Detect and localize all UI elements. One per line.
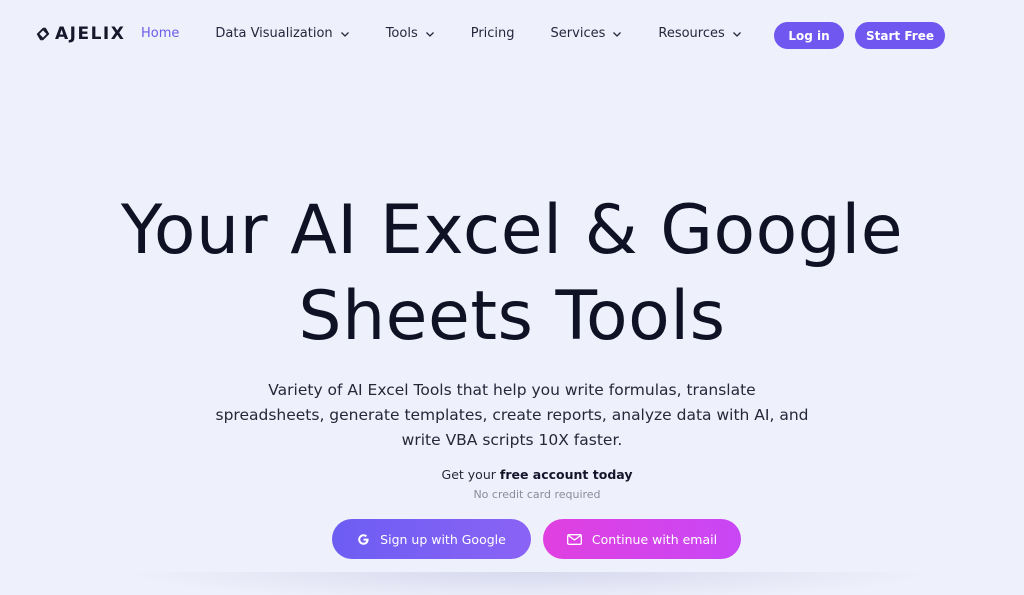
chevron-down-icon — [732, 31, 741, 37]
nav-item-label: Tools — [385, 26, 418, 41]
top-nav: AJELIX Home Data Visualization Tools Pri… — [0, 0, 1024, 70]
email-button-label: Continue with email — [591, 531, 718, 547]
hero-title: Your AI Excel & Google Sheets Tools — [0, 188, 1024, 360]
cta-text: Get your free account today — [0, 467, 1024, 482]
landing-page: AJELIX Home Data Visualization Tools Pri… — [0, 0, 1024, 595]
hero-title-line-2: Sheets Tools — [298, 277, 726, 356]
google-button-label: Sign up with Google — [380, 531, 506, 547]
google-icon — [358, 533, 369, 545]
cta-bold: free account today — [499, 467, 633, 482]
chevron-down-icon — [613, 31, 622, 37]
nav-item-home[interactable]: Home — [141, 26, 179, 41]
ajelix-logo-icon — [36, 27, 50, 41]
nav-item-tools[interactable]: Tools — [386, 26, 435, 41]
nav-item-data-visualization[interactable]: Data Visualization — [215, 26, 349, 41]
nav-links: Home Data Visualization Tools Pricing Se… — [141, 26, 805, 41]
email-signup-button[interactable]: Continue with email — [543, 519, 741, 559]
nav-item-label: Pricing — [470, 26, 515, 41]
brand-name: AJELIX — [55, 24, 126, 44]
login-button[interactable]: Log in — [774, 22, 844, 49]
nav-item-services[interactable]: Services — [551, 26, 623, 41]
hero-subtitle: Variety of AI Excel Tools that help you … — [215, 381, 809, 449]
nav-item-label: Services — [550, 26, 606, 41]
start-free-button[interactable]: Start Free — [855, 22, 945, 49]
mail-icon — [566, 533, 582, 545]
nav-item-label: Resources — [658, 26, 725, 41]
brand-logo[interactable]: AJELIX — [34, 24, 125, 44]
chevron-down-icon — [340, 31, 349, 37]
cta-prefix: Get your — [441, 467, 500, 482]
cta-note: No credit card required — [473, 488, 601, 501]
nav-item-label: Data Visualization — [215, 26, 333, 41]
hero-title-line-1: Your AI Excel & Google — [120, 191, 904, 270]
hero-bottom-glow — [120, 572, 940, 595]
nav-item-resources[interactable]: Resources — [658, 26, 741, 41]
nav-item-pricing[interactable]: Pricing — [471, 26, 515, 41]
chevron-down-icon — [425, 31, 434, 37]
google-signup-button[interactable]: Sign up with Google — [332, 519, 531, 559]
nav-item-label: Home — [141, 26, 180, 41]
